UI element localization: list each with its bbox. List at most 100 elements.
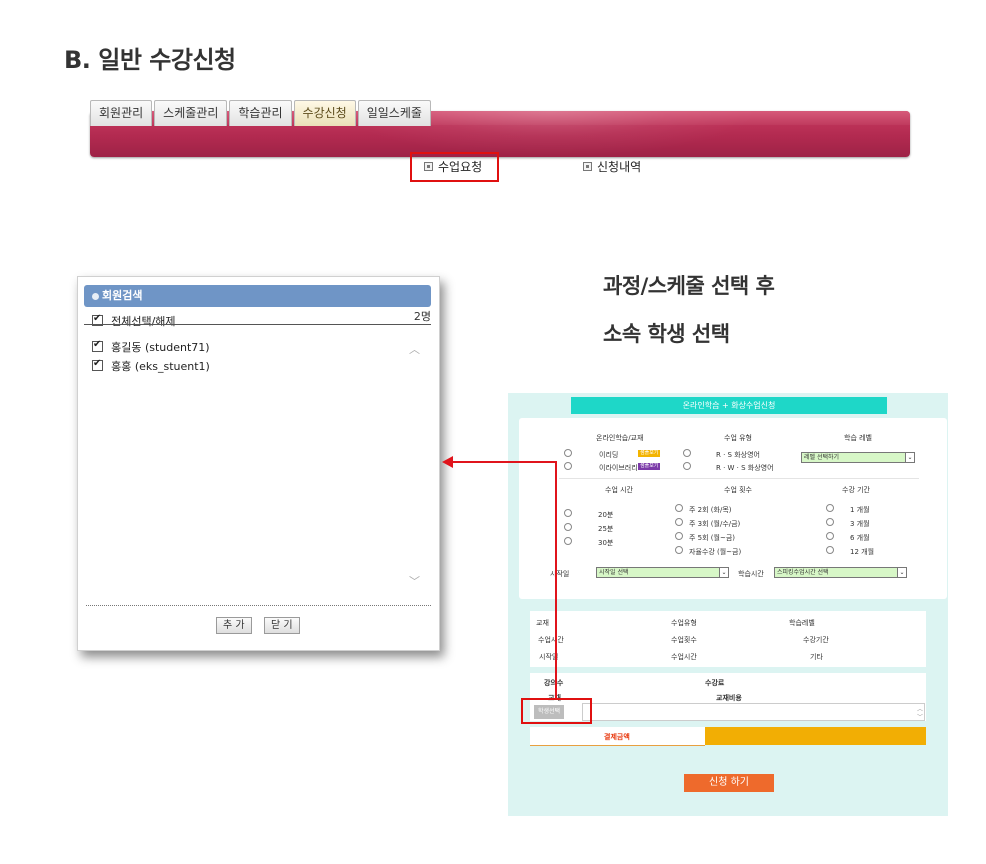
dotted-divider bbox=[86, 605, 431, 606]
period-header: 수강 기간 bbox=[842, 486, 870, 494]
sum-etc: 기타 bbox=[810, 653, 823, 661]
radio-freq-3[interactable] bbox=[675, 518, 683, 526]
col-header-type: 수업 유형 bbox=[724, 434, 752, 442]
tab-daily-schedule[interactable]: 일일스케줄 bbox=[357, 100, 431, 126]
sum-textbook: 교재 bbox=[536, 619, 549, 627]
time-30-label: 30분 bbox=[598, 539, 614, 547]
member-name: 홍길동 (student71) bbox=[111, 341, 210, 354]
arrow-head-icon bbox=[442, 456, 453, 468]
freq-free-label: 자율수강 (월~금) bbox=[689, 548, 742, 556]
divider bbox=[84, 324, 431, 325]
main-tabs: 회원관리 스케줄관리 학습관리 수강신청 일일스케줄 bbox=[90, 100, 431, 128]
tab-schedule-management[interactable]: 스케줄관리 bbox=[154, 100, 228, 126]
period-3-label: 3 개월 bbox=[850, 520, 870, 528]
freq-2-label: 주 2회 (화/목) bbox=[689, 506, 732, 514]
radio-elibrary[interactable] bbox=[564, 462, 572, 470]
circle-icon bbox=[92, 292, 99, 300]
member-search-popup: 회원검색 전체선택/해제 2명 홍길동 (student71) 홍홍 (eks_… bbox=[77, 276, 440, 651]
tab-member-management[interactable]: 회원관리 bbox=[90, 100, 153, 126]
page-heading: B. 일반 수강신청 bbox=[64, 46, 236, 74]
sum-period: 수강기간 bbox=[803, 636, 829, 644]
subnav-application-history[interactable]: 신청내역 bbox=[583, 158, 641, 175]
opt-ereading: 이리딩 bbox=[599, 451, 619, 459]
member-count: 2명 bbox=[413, 310, 431, 323]
radio-time-25[interactable] bbox=[564, 523, 572, 531]
time-20-label: 20분 bbox=[598, 511, 614, 519]
freq-3-label: 주 3회 (월/수/금) bbox=[689, 520, 741, 528]
radio-time-30[interactable] bbox=[564, 537, 572, 545]
level-select-value: 레벨 선택하기 bbox=[804, 454, 840, 461]
radio-period-6[interactable] bbox=[826, 532, 834, 540]
sum-class-freq: 수업횟수 bbox=[671, 636, 697, 644]
highlight-box-class-request bbox=[410, 152, 499, 182]
payment-label: 결제금액 bbox=[604, 733, 630, 741]
sum-level: 학습레벨 bbox=[789, 619, 815, 627]
list-item[interactable]: 홍홍 (eks_stuent1) bbox=[92, 355, 210, 374]
radio-ereading[interactable] bbox=[564, 449, 572, 457]
student-textarea[interactable]: ︿ ﹀ bbox=[582, 703, 925, 721]
radio-period-12[interactable] bbox=[826, 546, 834, 554]
add-button[interactable]: 추 가 bbox=[216, 617, 252, 634]
member-checkbox[interactable] bbox=[92, 339, 103, 352]
tab-learning-management[interactable]: 학습관리 bbox=[229, 100, 292, 126]
period-6-label: 6 개월 bbox=[850, 534, 870, 542]
payment-amount-bar bbox=[705, 727, 926, 745]
type-rs-label: R · S 화상영어 bbox=[716, 451, 760, 459]
radio-freq-free[interactable] bbox=[675, 546, 683, 554]
chevron-down-icon: ⌄ bbox=[897, 568, 906, 577]
list-item[interactable]: 홍길동 (student71) bbox=[92, 336, 210, 355]
arrow-line-vertical bbox=[555, 462, 557, 699]
textbook-fee-label: 교재비용 bbox=[716, 694, 742, 702]
bullet-square-icon bbox=[583, 162, 592, 171]
radio-period-3[interactable] bbox=[826, 518, 834, 526]
period-1-label: 1 개월 bbox=[850, 506, 870, 514]
chevron-down-icon: ⌄ bbox=[905, 453, 914, 462]
radio-time-20[interactable] bbox=[564, 509, 572, 517]
sample-badge-library[interactable]: 샘플보기 bbox=[638, 463, 661, 470]
sum-study-time: 수업시간 bbox=[671, 653, 697, 661]
scroll-down-icon[interactable]: ﹀ bbox=[917, 712, 923, 721]
section-divider bbox=[559, 478, 919, 479]
member-name: 홍홍 (eks_stuent1) bbox=[111, 360, 210, 373]
application-form: 온라인학습 + 화상수업신청 온라인학습/교재 수업 유형 학습 레벨 이리딩 … bbox=[508, 393, 948, 816]
type-rws-label: R · W · S 화상영어 bbox=[716, 464, 774, 472]
start-date-select[interactable]: 시작일 선택 ⌄ bbox=[596, 567, 729, 578]
time-25-label: 25분 bbox=[598, 525, 614, 533]
tab-course-application[interactable]: 수강신청 bbox=[293, 100, 356, 126]
member-checkbox[interactable] bbox=[92, 358, 103, 371]
radio-period-1[interactable] bbox=[826, 504, 834, 512]
radio-type-rws[interactable] bbox=[683, 462, 691, 470]
radio-freq-5[interactable] bbox=[675, 532, 683, 540]
start-date-label: 시작일 bbox=[550, 570, 570, 578]
apply-button[interactable]: 신청 하기 bbox=[684, 774, 774, 792]
start-date-select-value: 시작일 선택 bbox=[599, 569, 629, 576]
select-all-row[interactable]: 전체선택/해제 bbox=[92, 310, 176, 329]
col-header-online: 온라인학습/교재 bbox=[596, 434, 644, 442]
radio-freq-2[interactable] bbox=[675, 504, 683, 512]
popup-title: 회원검색 bbox=[102, 289, 143, 302]
caption-line-2: 소속 학생 선택 bbox=[603, 322, 730, 346]
chevron-down-icon: ⌄ bbox=[719, 568, 728, 577]
lesson-count-label: 강의수 bbox=[544, 679, 564, 687]
scroll-down-icon[interactable]: ﹀ bbox=[409, 573, 420, 589]
close-button[interactable]: 닫 기 bbox=[264, 617, 300, 634]
opt-elibrary: 이라이브러리 bbox=[599, 464, 638, 472]
study-time-select[interactable]: 스피킹수업시간 선택 ⌄ bbox=[774, 567, 907, 578]
radio-type-rs[interactable] bbox=[683, 449, 691, 457]
highlight-box-student-select bbox=[521, 698, 592, 724]
subnav-application-history-label: 신청내역 bbox=[597, 160, 642, 174]
scroll-up-icon[interactable]: ︿ bbox=[409, 341, 420, 357]
caption-line-1: 과정/스케줄 선택 후 bbox=[603, 274, 775, 298]
tuition-label: 수강료 bbox=[705, 679, 725, 687]
period-12-label: 12 개월 bbox=[850, 548, 875, 556]
level-select[interactable]: 레벨 선택하기 ⌄ bbox=[801, 452, 915, 463]
sample-badge-reading[interactable]: 샘플보기 bbox=[638, 450, 661, 457]
popup-header: 회원검색 bbox=[84, 285, 431, 307]
form-title: 온라인학습 + 화상수업신청 bbox=[571, 397, 887, 414]
sum-type: 수업유형 bbox=[671, 619, 697, 627]
arrow-line-horizontal bbox=[452, 461, 557, 463]
form-options-card: 온라인학습/교재 수업 유형 학습 레벨 이리딩 샘플보기 이라이브러리 샘플보… bbox=[519, 418, 947, 599]
time-header: 수업 시간 bbox=[605, 486, 633, 494]
select-all-label: 전체선택/해제 bbox=[111, 315, 176, 328]
col-header-level: 학습 레벨 bbox=[844, 434, 872, 442]
